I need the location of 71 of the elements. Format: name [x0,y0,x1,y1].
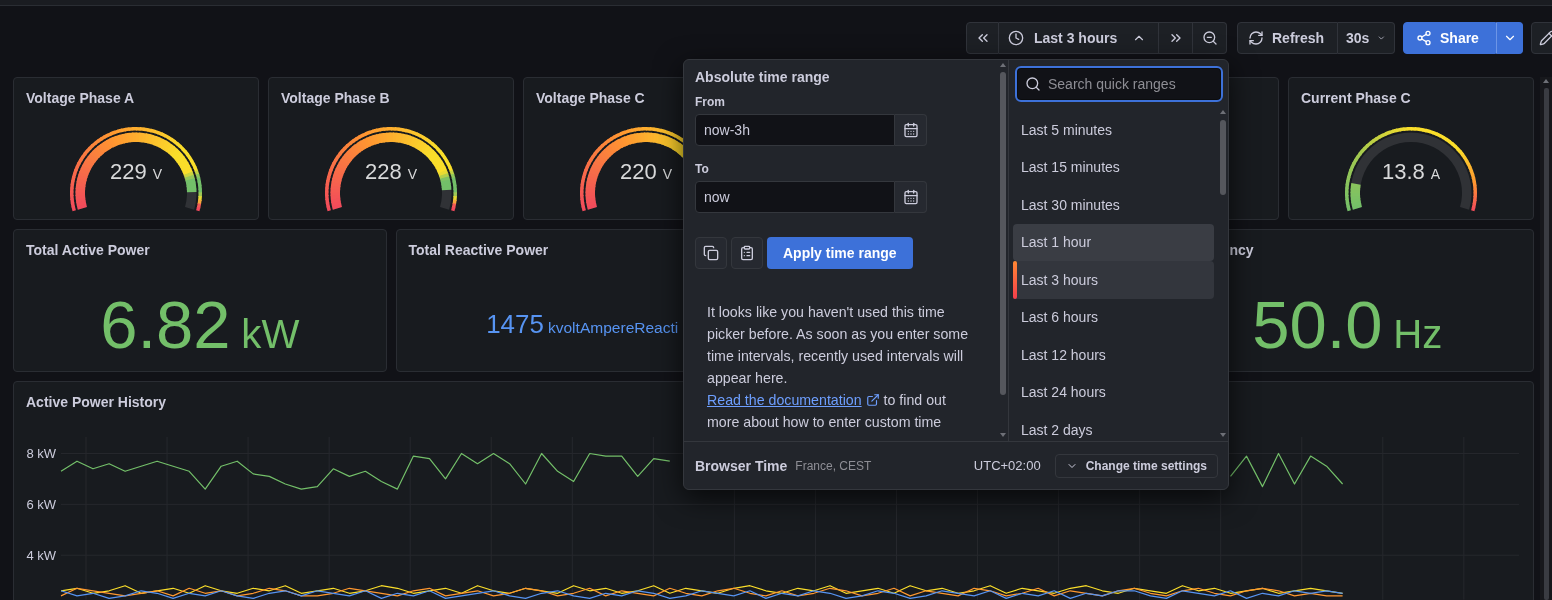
refresh-icon [1248,30,1264,46]
gauge-unit: V [662,166,673,182]
share-icon [1416,30,1432,46]
quick-range-option[interactable]: Last 6 hours [1013,298,1214,336]
stat-value: 50.0 [1252,291,1383,358]
field-label: From [695,94,725,110]
time-range-button[interactable]: Last 3 hours [999,22,1159,54]
quick-range-option[interactable]: Last 2 days [1013,411,1214,441]
stat-unit: kvoltAmpereReacti [547,319,679,336]
stat-unit: Hz [1393,315,1443,356]
quick-range-option[interactable]: Last 24 hours [1013,373,1214,411]
apply-button[interactable]: Apply time range [767,237,913,269]
gauge-value: 229 [109,159,147,185]
quick-range-option[interactable]: Last 1 hour [1013,223,1214,261]
quick-range-option[interactable]: Last 12 hours [1013,336,1214,374]
refresh-button[interactable]: Refresh [1237,22,1338,54]
utc-offset: UTC+02:00 [973,458,1041,473]
docs-link[interactable]: Read the documentation [707,389,880,411]
copy-icon [703,245,719,261]
y-tick-label: 8 kW [26,446,56,461]
zoom-out-icon [1201,30,1218,46]
scrollbar[interactable] [1540,77,1552,600]
from-input[interactable]: now-3h [695,114,895,146]
external-link-icon [865,393,880,407]
panel-title: Total Reactive Power [408,242,549,258]
y-tick-label: 6 kW [26,496,56,512]
y-tick-label: 4 kW [26,547,56,563]
timezone-label: Browser Time [695,457,788,474]
share-button[interactable]: Share [1403,22,1496,54]
timezone-name: France, CEST [795,458,872,473]
panel-title: Current Phase C [1301,90,1411,106]
panel-title: Voltage Phase C [536,90,645,106]
field-label: To [695,161,709,177]
clock-icon [1008,30,1024,46]
gauge-unit: V [152,166,163,182]
next-range-button[interactable] [1159,22,1193,54]
search-field[interactable]: Search quick ranges [1015,66,1223,102]
search-icon [1025,76,1041,92]
panel-title: Voltage Phase A [26,90,135,106]
gauge-value: 220 [619,159,657,185]
paste-button[interactable] [731,237,763,269]
stat-value: 1475 [486,311,544,338]
panel-title: Total Active Power [26,242,150,258]
gauge-unit: V [407,166,418,182]
zoom-out-button[interactable] [1193,22,1227,54]
copy-button[interactable] [695,237,727,269]
hint-text: It looks like you haven't used this time picker before. As soon as you enter some time intervals, recently used intervals will appear here. [707,303,970,388]
quick-range-option[interactable]: Last 3 hours [1013,261,1214,299]
quick-range-option[interactable]: Last 15 minutes [1013,148,1214,186]
previous-range-button[interactable] [966,22,999,54]
section-title: Absolute time range [695,68,830,87]
to-input[interactable]: now [695,181,895,213]
refresh-interval-button[interactable]: 30s [1338,22,1395,54]
quick-range-option[interactable]: Last 5 minutes [1013,111,1214,149]
quick-range-option[interactable]: Last 30 minutes [1013,186,1214,224]
calendar-button[interactable] [895,181,927,213]
pencil-icon [1539,30,1552,46]
gauge-value: 228 [364,159,402,185]
calendar-icon [902,189,919,205]
panel-title: Voltage Phase B [281,90,390,106]
panel-title: ncy [1229,242,1254,258]
panel-title: Active Power History [26,394,167,410]
calendar-icon [902,122,919,138]
gauge-value: 13.8 [1381,159,1425,185]
calendar-button[interactable] [895,114,927,146]
gauge-unit: A [1430,166,1441,182]
stat-value: 6.82 [100,291,231,358]
change-time-settings-button[interactable]: Change time settings [1054,453,1218,478]
stat-unit: kW [241,315,300,356]
docs-text: Read the documentation to find out more about how to enter custom time [707,389,975,433]
clipboard-icon [739,245,755,261]
